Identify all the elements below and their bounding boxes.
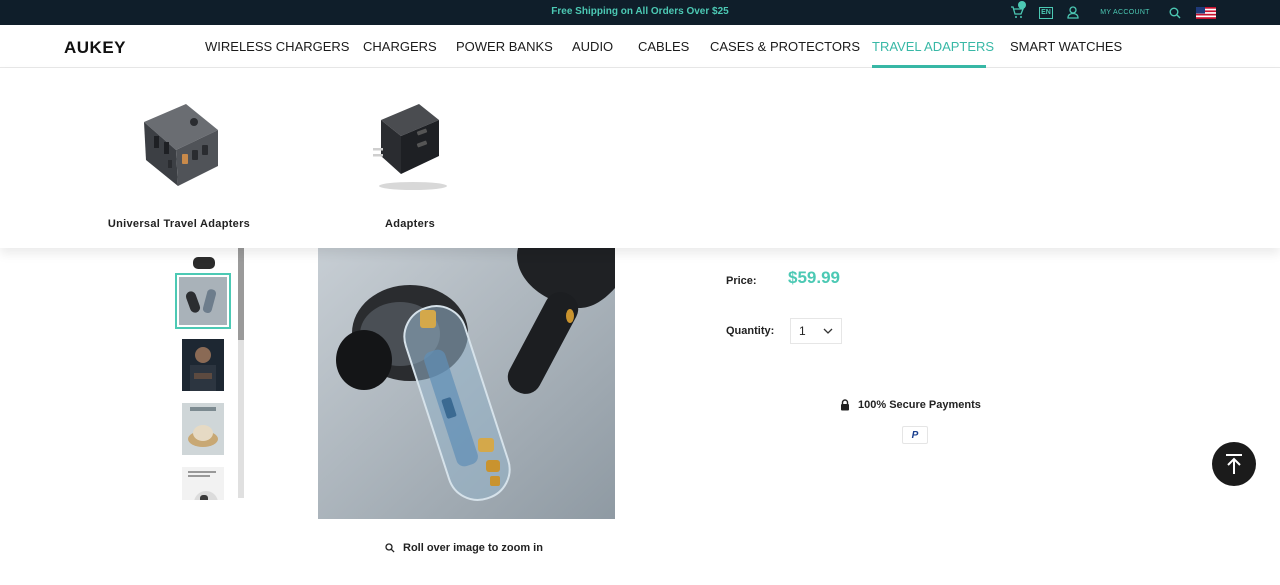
universal-travel-adapter-image [144,104,218,186]
top-announcement-bar: Free Shipping on All Orders Over $25 EN … [0,0,1280,25]
product-thumbnail[interactable] [175,337,231,393]
free-shipping-promo: Free Shipping on All Orders Over $25 [551,6,729,17]
nav-item-wireless-chargers[interactable]: WIRELESS CHARGERS [205,39,349,54]
quantity-label: Quantity: [726,325,775,337]
price-label: Price: [726,275,757,287]
nav-item-chargers[interactable]: CHARGERS [363,39,437,54]
mega-item-label: Adapters [384,218,436,230]
travel-adapters-mega-menu: Universal Travel Adapters Adapters [0,68,1280,248]
product-thumbnail[interactable] [175,465,231,500]
paypal-icon: P [902,426,928,444]
user-icon[interactable] [1064,0,1082,25]
my-account-link[interactable]: MY ACCOUNT [1094,0,1156,25]
zoom-hint-text: Roll over image to zoom in [403,542,543,554]
quantity-select[interactable]: 1 [790,318,842,344]
mega-item-universal-travel-adapters[interactable]: Universal Travel Adapters [79,68,279,230]
language-label: EN [1039,6,1053,19]
us-flag-icon[interactable] [1196,0,1216,25]
chevron-down-icon [823,328,833,334]
adapter-charger-image [373,104,447,190]
arrow-up-icon [1226,454,1242,474]
product-thumbnail-selected[interactable] [175,273,231,329]
secure-payments: 100% Secure Payments [840,399,981,411]
nav-item-audio[interactable]: AUDIO [572,39,613,54]
mega-item-label: Universal Travel Adapters [107,218,251,230]
quantity-value: 1 [799,324,806,338]
language-selector[interactable]: EN [1038,0,1054,25]
paypal-mark: P [911,429,919,441]
magnifier-icon [385,543,395,553]
aukey-logo[interactable]: AUKEY [64,38,126,58]
mega-item-adapters[interactable]: Adapters [310,68,510,230]
back-to-top-button[interactable] [1212,442,1256,486]
cart-count-badge [1018,1,1026,9]
zoom-hint: Roll over image to zoom in [385,542,543,554]
lock-icon [841,399,849,411]
search-icon[interactable] [1166,0,1184,25]
nav-item-smart-watches[interactable]: SMART WATCHES [1010,39,1122,54]
nav-item-travel-adapters[interactable]: TRAVEL ADAPTERS [872,39,994,54]
main-product-image[interactable] [318,248,615,519]
nav-item-cables[interactable]: CABLES [638,39,689,54]
product-thumbnail[interactable] [175,401,231,457]
thumbnail-scrollbar-thumb[interactable] [238,248,244,340]
nav-item-cases-protectors[interactable]: CASES & PROTECTORS [710,39,860,54]
main-navigation: AUKEY WIRELESS CHARGERS CHARGERS POWER B… [0,25,1280,68]
secure-payments-text: 100% Secure Payments [858,399,981,411]
nav-item-power-banks[interactable]: POWER BANKS [456,39,553,54]
price-value: $59.99 [788,268,840,287]
